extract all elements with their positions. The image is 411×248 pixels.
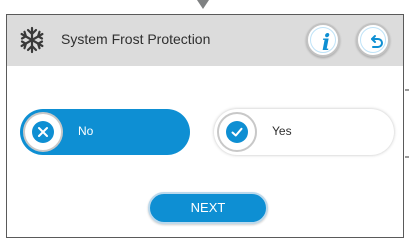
scroll-tick-mark bbox=[405, 89, 409, 91]
next-button[interactable]: NEXT bbox=[148, 192, 268, 224]
option-no[interactable]: No bbox=[20, 109, 190, 155]
dialog-screen: System Frost Protection i No Yes NEXT bbox=[6, 14, 404, 238]
back-button[interactable] bbox=[356, 23, 390, 57]
close-icon bbox=[38, 127, 48, 137]
page-title: System Frost Protection bbox=[61, 31, 211, 47]
header-bar: System Frost Protection i bbox=[7, 15, 403, 66]
option-no-dot bbox=[32, 121, 54, 143]
back-arrow-icon bbox=[371, 35, 383, 48]
scroll-tick-mark bbox=[405, 156, 409, 158]
option-no-label: No bbox=[78, 124, 94, 138]
option-yes-dot bbox=[226, 121, 248, 143]
back-button-ring bbox=[360, 27, 386, 53]
info-icon: i bbox=[321, 30, 331, 56]
option-no-radio bbox=[23, 112, 63, 152]
check-icon bbox=[231, 127, 243, 137]
option-yes[interactable]: Yes bbox=[214, 109, 394, 155]
info-button[interactable]: i bbox=[306, 23, 340, 57]
option-yes-radio bbox=[217, 112, 257, 152]
option-yes-label: Yes bbox=[272, 124, 292, 138]
top-pointer-indicator bbox=[197, 0, 209, 9]
info-button-ring: i bbox=[310, 27, 336, 56]
snowflake-icon bbox=[20, 26, 44, 54]
